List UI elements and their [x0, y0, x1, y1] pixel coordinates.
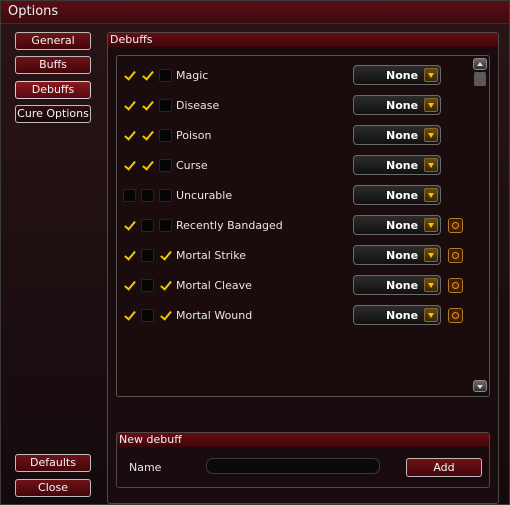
checkmark-icon[interactable]	[123, 129, 136, 142]
add-debuff-button[interactable]: Add	[406, 458, 482, 477]
gear-icon[interactable]	[448, 278, 463, 293]
nav-buffs-button[interactable]: Buffs	[15, 56, 91, 74]
nav-general-button[interactable]: General	[15, 32, 91, 50]
checkbox[interactable]	[123, 189, 136, 202]
priority-dropdown[interactable]: None	[353, 65, 441, 85]
checkbox[interactable]	[141, 309, 154, 322]
debuff-label: Recently Bandaged	[176, 219, 283, 232]
chevron-down-icon[interactable]	[424, 98, 438, 112]
checkbox[interactable]	[159, 99, 172, 112]
debuff-row: Magic None	[117, 65, 489, 87]
chevron-down-icon[interactable]	[424, 248, 438, 262]
checkmark-icon[interactable]	[123, 249, 136, 262]
debuff-row: Mortal Strike None	[117, 245, 489, 267]
chevron-down-icon[interactable]	[424, 68, 438, 82]
close-button[interactable]: Close	[15, 479, 91, 497]
checkbox[interactable]	[141, 279, 154, 292]
window-title: Options	[8, 4, 59, 19]
debuff-row: Mortal Wound None	[117, 305, 489, 327]
debuff-name-input[interactable]	[206, 458, 380, 474]
chevron-down-icon[interactable]	[424, 128, 438, 142]
priority-dropdown[interactable]: None	[353, 125, 441, 145]
dropdown-value: None	[386, 159, 419, 172]
gear-icon[interactable]	[448, 218, 463, 233]
checkmark-icon[interactable]	[141, 129, 154, 142]
priority-dropdown[interactable]: None	[353, 275, 441, 295]
checkmark-icon[interactable]	[123, 99, 136, 112]
priority-dropdown[interactable]: None	[353, 215, 441, 235]
checkmark-icon[interactable]	[141, 159, 154, 172]
debuffs-panel-header: Debuffs	[108, 33, 498, 47]
chevron-down-icon[interactable]	[424, 218, 438, 232]
checkbox[interactable]	[141, 219, 154, 232]
checkbox[interactable]	[141, 249, 154, 262]
priority-dropdown[interactable]: None	[353, 185, 441, 205]
checkmark-icon[interactable]	[159, 249, 172, 262]
debuff-label: Disease	[176, 99, 220, 112]
nav-cure-options-button[interactable]: Cure Options	[15, 105, 91, 123]
chevron-down-icon[interactable]	[424, 308, 438, 322]
debuff-list: Magic None Disease None Poison None Curse None U…	[116, 55, 490, 397]
checkbox[interactable]	[159, 159, 172, 172]
debuff-row: Mortal Cleave None	[117, 275, 489, 297]
dropdown-value: None	[386, 279, 419, 292]
dropdown-value: None	[386, 309, 419, 322]
checkbox[interactable]	[159, 69, 172, 82]
checkbox[interactable]	[159, 189, 172, 202]
debuff-label: Mortal Strike	[176, 249, 246, 262]
debuff-row: Uncurable None	[117, 185, 489, 207]
checkbox[interactable]	[141, 189, 154, 202]
gear-icon[interactable]	[448, 248, 463, 263]
checkmark-icon[interactable]	[141, 99, 154, 112]
checkmark-icon[interactable]	[159, 279, 172, 292]
checkmark-icon[interactable]	[159, 309, 172, 322]
checkbox[interactable]	[159, 129, 172, 142]
priority-dropdown[interactable]: None	[353, 305, 441, 325]
dropdown-value: None	[386, 99, 419, 112]
chevron-down-icon[interactable]	[424, 278, 438, 292]
debuff-label: Poison	[176, 129, 212, 142]
checkmark-icon[interactable]	[123, 279, 136, 292]
priority-dropdown[interactable]: None	[353, 155, 441, 175]
gear-icon[interactable]	[448, 308, 463, 323]
checkbox[interactable]	[159, 219, 172, 232]
checkmark-icon[interactable]	[123, 309, 136, 322]
debuff-label: Uncurable	[176, 189, 233, 202]
checkmark-icon[interactable]	[141, 69, 154, 82]
priority-dropdown[interactable]: None	[353, 245, 441, 265]
defaults-button[interactable]: Defaults	[15, 454, 91, 472]
dropdown-value: None	[386, 189, 419, 202]
debuff-row: Curse None	[117, 155, 489, 177]
title-bar[interactable]: Options	[1, 1, 509, 24]
dropdown-value: None	[386, 249, 419, 262]
priority-dropdown[interactable]: None	[353, 95, 441, 115]
debuff-label: Magic	[176, 69, 209, 82]
new-debuff-header: New debuff	[117, 433, 489, 447]
debuff-row: Poison None	[117, 125, 489, 147]
debuff-label: Mortal Wound	[176, 309, 253, 322]
debuff-row: Disease None	[117, 95, 489, 117]
dropdown-value: None	[386, 69, 419, 82]
dropdown-value: None	[386, 129, 419, 142]
chevron-down-icon[interactable]	[424, 188, 438, 202]
name-label: Name	[129, 461, 162, 474]
options-window: Options General Buffs Debuffs Cure Optio…	[0, 0, 510, 505]
new-debuff-panel: New debuff Name Add	[116, 432, 490, 488]
checkmark-icon[interactable]	[123, 69, 136, 82]
scroll-down-icon[interactable]	[473, 380, 487, 392]
checkmark-icon[interactable]	[123, 219, 136, 232]
nav-debuffs-button[interactable]: Debuffs	[15, 81, 91, 99]
debuff-label: Mortal Cleave	[176, 279, 252, 292]
debuff-row: Recently Bandaged None	[117, 215, 489, 237]
chevron-down-icon[interactable]	[424, 158, 438, 172]
debuff-label: Curse	[176, 159, 208, 172]
checkmark-icon[interactable]	[123, 159, 136, 172]
dropdown-value: None	[386, 219, 419, 232]
